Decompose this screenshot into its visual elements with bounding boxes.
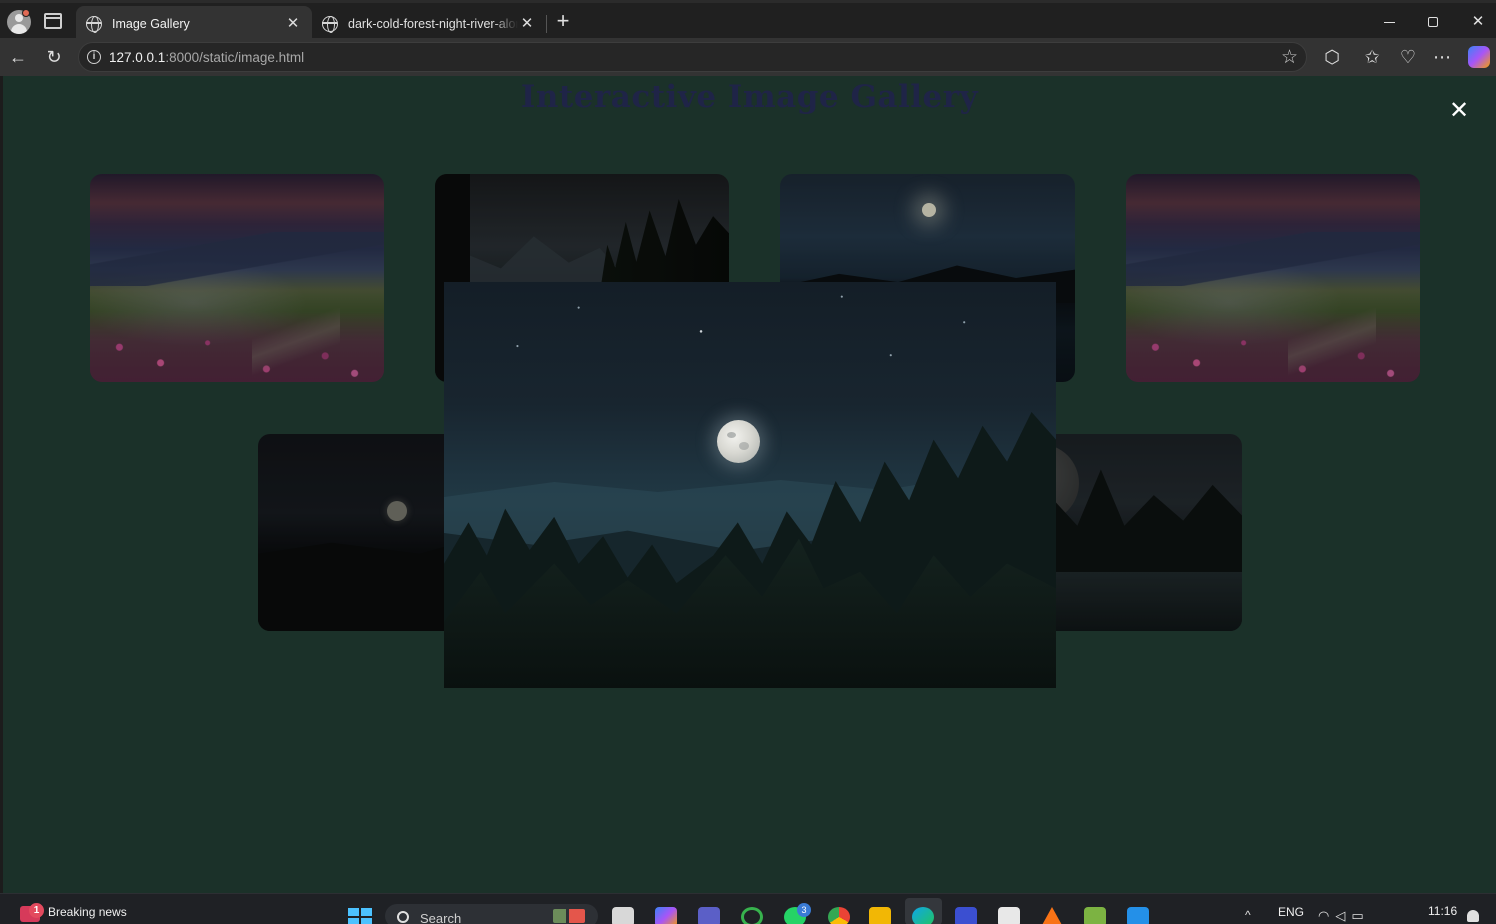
vlc-icon[interactable] (1041, 907, 1063, 924)
clock[interactable]: 11:16 (1428, 904, 1457, 918)
windows-taskbar: 1 Breaking news Search 3 ^ ENG ◠◁▭ 11:16 (0, 893, 1496, 924)
flowers-decoration (1126, 294, 1420, 382)
flowers-decoration (90, 294, 384, 382)
restore-icon (1428, 17, 1438, 28)
copilot-icon[interactable] (1468, 46, 1490, 68)
globe-icon (86, 15, 102, 33)
language-indicator[interactable]: ENG (1278, 905, 1304, 919)
close-tab-icon[interactable]: ✕ (284, 15, 302, 33)
browser-toolbar: ← ↻ i 127.0.0.1:8000/static/image.html ☆… (0, 38, 1496, 76)
url-path: :8000/static/image.html (165, 50, 305, 65)
browser-essentials-icon[interactable]: ♡ (1397, 46, 1419, 68)
tab-actions-icon[interactable] (44, 13, 62, 29)
minimize-button[interactable] (1378, 11, 1400, 33)
browser-tab-strip: Image Gallery ✕ dark-cold-forest-night-r… (0, 0, 1496, 41)
ridge-decoration (90, 232, 384, 287)
tray-status-icons[interactable]: ◠◁▭ (1318, 908, 1370, 924)
close-window-button[interactable]: ✕ (1467, 11, 1489, 33)
url-host: 127.0.0.1 (109, 50, 166, 65)
teams-icon[interactable] (698, 907, 720, 924)
tab-separator (546, 15, 547, 33)
site-info-icon[interactable]: i (87, 50, 101, 64)
news-badge: 1 (29, 903, 44, 918)
maximize-button[interactable] (1422, 11, 1444, 33)
profile-notification-dot (22, 9, 30, 17)
start-button[interactable] (348, 908, 372, 924)
extensions-icon[interactable]: ⬡ (1321, 46, 1343, 68)
path-decoration (1287, 288, 1376, 382)
gallery-thumbnail-1[interactable] (90, 174, 384, 382)
refresh-icon[interactable]: ↻ (43, 46, 65, 68)
globe-icon (322, 15, 338, 33)
sync-app-icon[interactable] (741, 907, 763, 924)
edge-icon[interactable] (912, 907, 934, 924)
ridge-decoration (1126, 232, 1420, 287)
tab-title: dark-cold-forest-night-river-alone (348, 16, 518, 31)
search-highlight-icon (553, 909, 585, 923)
page-viewport: Interactive Image Gallery ✕ (3, 76, 1496, 893)
store-icon[interactable] (998, 907, 1020, 924)
file-explorer-icon[interactable] (869, 907, 891, 924)
address-bar[interactable]: i 127.0.0.1:8000/static/image.html ☆ (78, 42, 1307, 72)
favorites-icon[interactable]: ✩ (1361, 46, 1383, 68)
lightbox-image[interactable] (444, 282, 1056, 688)
search-icon (397, 911, 409, 923)
url-text[interactable]: 127.0.0.1:8000/static/image.html (109, 50, 304, 65)
dev-app-icon[interactable] (955, 907, 977, 924)
chrome-icon[interactable] (828, 907, 850, 924)
tab-title: Image Gallery (112, 16, 190, 31)
notification-bell-icon[interactable] (1467, 910, 1479, 922)
favorite-star-icon[interactable]: ☆ (1281, 46, 1298, 69)
search-placeholder: Search (420, 911, 462, 924)
task-view-icon[interactable] (612, 907, 634, 924)
page-title: Interactive Image Gallery (520, 79, 979, 115)
back-arrow-icon[interactable]: ← (7, 46, 29, 68)
whatsapp-badge: 3 (797, 903, 811, 917)
moon-decoration (387, 500, 408, 521)
taskbar-search[interactable]: Search (385, 904, 598, 924)
lightbox-close-button[interactable]: ✕ (1448, 99, 1470, 123)
path-decoration (251, 288, 340, 382)
vscode-icon[interactable] (1127, 907, 1149, 924)
moon-decoration (921, 203, 936, 218)
tray-overflow-chevron-icon[interactable]: ^ (1245, 908, 1251, 922)
tab-forest-image[interactable]: dark-cold-forest-night-river-alone ✕ (312, 6, 546, 41)
close-tab-icon[interactable]: ✕ (518, 15, 536, 33)
notes-app-icon[interactable] (1084, 907, 1106, 924)
new-tab-button[interactable]: + (552, 10, 574, 33)
news-label[interactable]: Breaking news (48, 905, 127, 919)
minimize-icon (1383, 21, 1395, 23)
moon-decoration (717, 420, 760, 463)
gallery-thumbnail-4[interactable] (1126, 174, 1420, 382)
copilot-app-icon[interactable] (655, 907, 677, 924)
more-options-icon[interactable]: ⋯ (1431, 46, 1453, 68)
tab-image-gallery[interactable]: Image Gallery ✕ (76, 6, 312, 41)
